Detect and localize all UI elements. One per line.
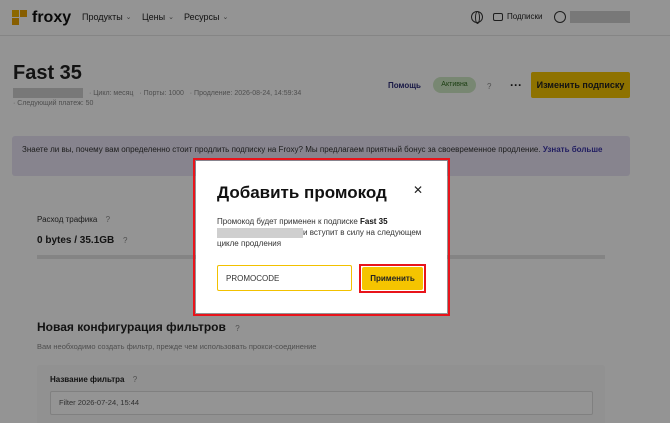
redacted-id <box>217 227 303 238</box>
modal-description: Промокод будет применен к подписке Fast … <box>217 216 427 249</box>
promo-code-input[interactable] <box>217 265 352 291</box>
apply-button[interactable]: Применить <box>362 267 423 290</box>
modal-text-before: Промокод будет применен к подписке <box>217 217 360 226</box>
close-icon[interactable]: ✕ <box>413 183 423 197</box>
modal-subscription-name: Fast 35 <box>360 217 388 226</box>
modal-title: Добавить промокод <box>217 183 387 202</box>
